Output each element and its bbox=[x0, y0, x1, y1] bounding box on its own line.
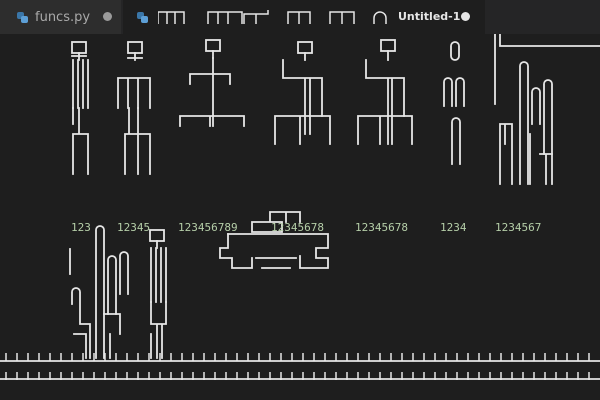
number-label: 12345678 bbox=[271, 221, 324, 234]
tab-bar: funcs.py Untitled-1 bbox=[0, 0, 600, 34]
number-label: 123456789 bbox=[178, 221, 238, 234]
stick-figure-9 bbox=[149, 229, 167, 359]
tab-title-glyphs bbox=[158, 10, 387, 24]
tab-label: funcs.py bbox=[35, 9, 91, 25]
stick-figure-6 bbox=[443, 41, 465, 165]
stick-figure-5 bbox=[357, 39, 413, 145]
stick-figure-1 bbox=[71, 41, 89, 175]
number-label: 12345678 bbox=[355, 221, 408, 234]
python-icon bbox=[17, 11, 28, 23]
modified-dot-icon[interactable] bbox=[461, 12, 470, 21]
number-label: 123 bbox=[71, 221, 91, 234]
python-icon bbox=[137, 11, 148, 23]
number-label: 1234567 bbox=[495, 221, 542, 234]
glyph-figures bbox=[0, 34, 600, 380]
number-label: 1234 bbox=[440, 221, 467, 234]
tab-untitled-1[interactable]: Untitled-1 bbox=[123, 0, 485, 34]
modified-dot-icon[interactable] bbox=[103, 12, 112, 21]
tab-funcs-py[interactable]: funcs.py bbox=[0, 0, 121, 34]
editor-area[interactable]: 123 12345 123456789 12345678 12345678 12… bbox=[0, 34, 600, 400]
stick-figure-3 bbox=[179, 39, 245, 127]
stick-figure-4 bbox=[274, 41, 331, 145]
tab-label: Untitled-1 bbox=[398, 10, 461, 23]
stick-figure-2 bbox=[117, 41, 151, 175]
stick-figure-8 bbox=[69, 225, 129, 359]
number-label: 12345 bbox=[117, 221, 151, 234]
stick-figure-7 bbox=[494, 34, 600, 185]
